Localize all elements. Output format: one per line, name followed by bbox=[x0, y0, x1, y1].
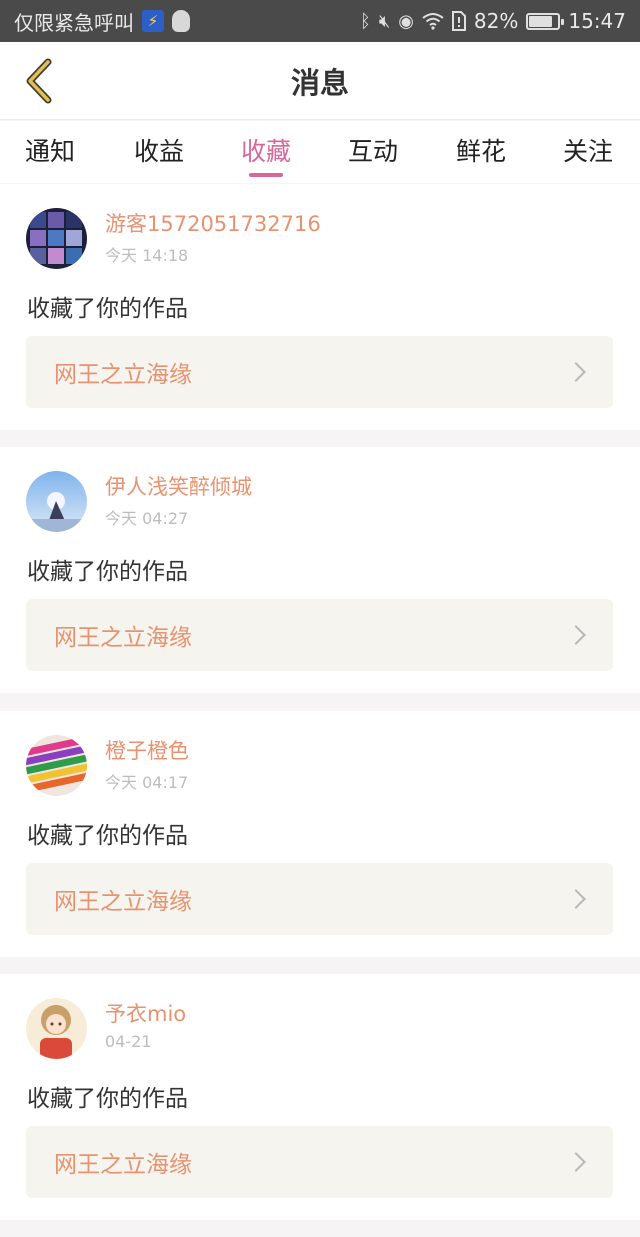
work-title: 网王之立海缘 bbox=[54, 362, 192, 388]
work-title: 网王之立海缘 bbox=[54, 1152, 192, 1178]
eye-icon: ◉ bbox=[398, 10, 414, 32]
chevron-right-icon bbox=[566, 362, 586, 382]
wifi-icon bbox=[422, 13, 444, 30]
work-link[interactable]: 网王之立海缘 bbox=[26, 599, 613, 671]
avatar[interactable] bbox=[26, 208, 87, 269]
chevron-right-icon bbox=[566, 625, 586, 645]
action-text: 收藏了你的作品 bbox=[27, 559, 188, 585]
avatar[interactable] bbox=[26, 735, 87, 796]
tab-bar: 通知 收益 收藏 互动 鲜花 关注 bbox=[0, 121, 640, 183]
status-bar-left: 仅限紧急呼叫 ⚡ bbox=[14, 7, 190, 36]
qq-penguin-icon bbox=[172, 10, 190, 32]
carrier-text: 仅限紧急呼叫 bbox=[14, 10, 134, 35]
battery-icon bbox=[526, 12, 565, 30]
message-card: 橙子橙色 今天 04:17 收藏了你的作品 网王之立海缘 bbox=[0, 711, 640, 957]
user-name[interactable]: 予衣mio bbox=[105, 998, 186, 1028]
avatar[interactable] bbox=[26, 998, 87, 1059]
user-name[interactable]: 橙子橙色 bbox=[105, 735, 189, 765]
header: 消息 bbox=[0, 42, 640, 120]
action-text: 收藏了你的作品 bbox=[27, 823, 188, 849]
tab-notifications[interactable]: 通知 bbox=[0, 121, 100, 179]
timestamp: 今天 14:18 bbox=[105, 246, 189, 265]
timestamp: 今天 04:27 bbox=[105, 509, 189, 528]
work-title: 网王之立海缘 bbox=[54, 625, 192, 651]
back-button[interactable] bbox=[10, 52, 66, 110]
tab-earnings[interactable]: 收益 bbox=[109, 121, 209, 179]
bluetooth-icon: ᛒ bbox=[360, 10, 371, 32]
action-text: 收藏了你的作品 bbox=[27, 296, 188, 322]
chevron-right-icon bbox=[566, 1152, 586, 1172]
action-text: 收藏了你的作品 bbox=[27, 1086, 188, 1112]
avatar[interactable] bbox=[26, 471, 87, 532]
work-link[interactable]: 网王之立海缘 bbox=[26, 863, 613, 935]
chevron-left-icon bbox=[26, 58, 52, 104]
message-card: 游客1572051732716 今天 14:18 收藏了你的作品 网王之立海缘 bbox=[0, 184, 640, 430]
tab-following[interactable]: 关注 bbox=[538, 121, 638, 179]
page-title: 消息 bbox=[290, 65, 349, 100]
user-name[interactable]: 游客1572051732716 bbox=[105, 208, 321, 238]
work-title: 网王之立海缘 bbox=[54, 889, 192, 915]
user-name[interactable]: 伊人浅笑醉倾城 bbox=[105, 471, 252, 501]
clock: 15:47 bbox=[568, 9, 626, 33]
message-card: 伊人浅笑醉倾城 今天 04:27 收藏了你的作品 网王之立海缘 bbox=[0, 447, 640, 693]
work-link[interactable]: 网王之立海缘 bbox=[26, 1126, 613, 1198]
mute-icon: 🔇︎ bbox=[378, 10, 391, 32]
status-bar: 仅限紧急呼叫 ⚡ ᛒ 🔇︎ ◉ 82% 15:47 bbox=[0, 0, 640, 42]
status-bar-right: ᛒ 🔇︎ ◉ 82% 15:47 bbox=[360, 9, 626, 33]
tab-flowers[interactable]: 鲜花 bbox=[431, 121, 531, 179]
battery-fill bbox=[529, 15, 553, 27]
timestamp: 今天 04:17 bbox=[105, 773, 189, 792]
work-link[interactable]: 网王之立海缘 bbox=[26, 336, 613, 408]
flash-badge-icon: ⚡ bbox=[142, 10, 164, 32]
tab-favorites[interactable]: 收藏 bbox=[216, 121, 316, 179]
battery-percent: 82% bbox=[473, 9, 519, 33]
chevron-right-icon bbox=[566, 889, 586, 909]
tab-interactions[interactable]: 互动 bbox=[323, 121, 423, 179]
message-card: 予衣mio 04-21 收藏了你的作品 网王之立海缘 bbox=[0, 974, 640, 1220]
active-tab-indicator bbox=[249, 173, 283, 177]
timestamp: 04-21 bbox=[105, 1032, 152, 1051]
sim-icon bbox=[451, 11, 466, 31]
